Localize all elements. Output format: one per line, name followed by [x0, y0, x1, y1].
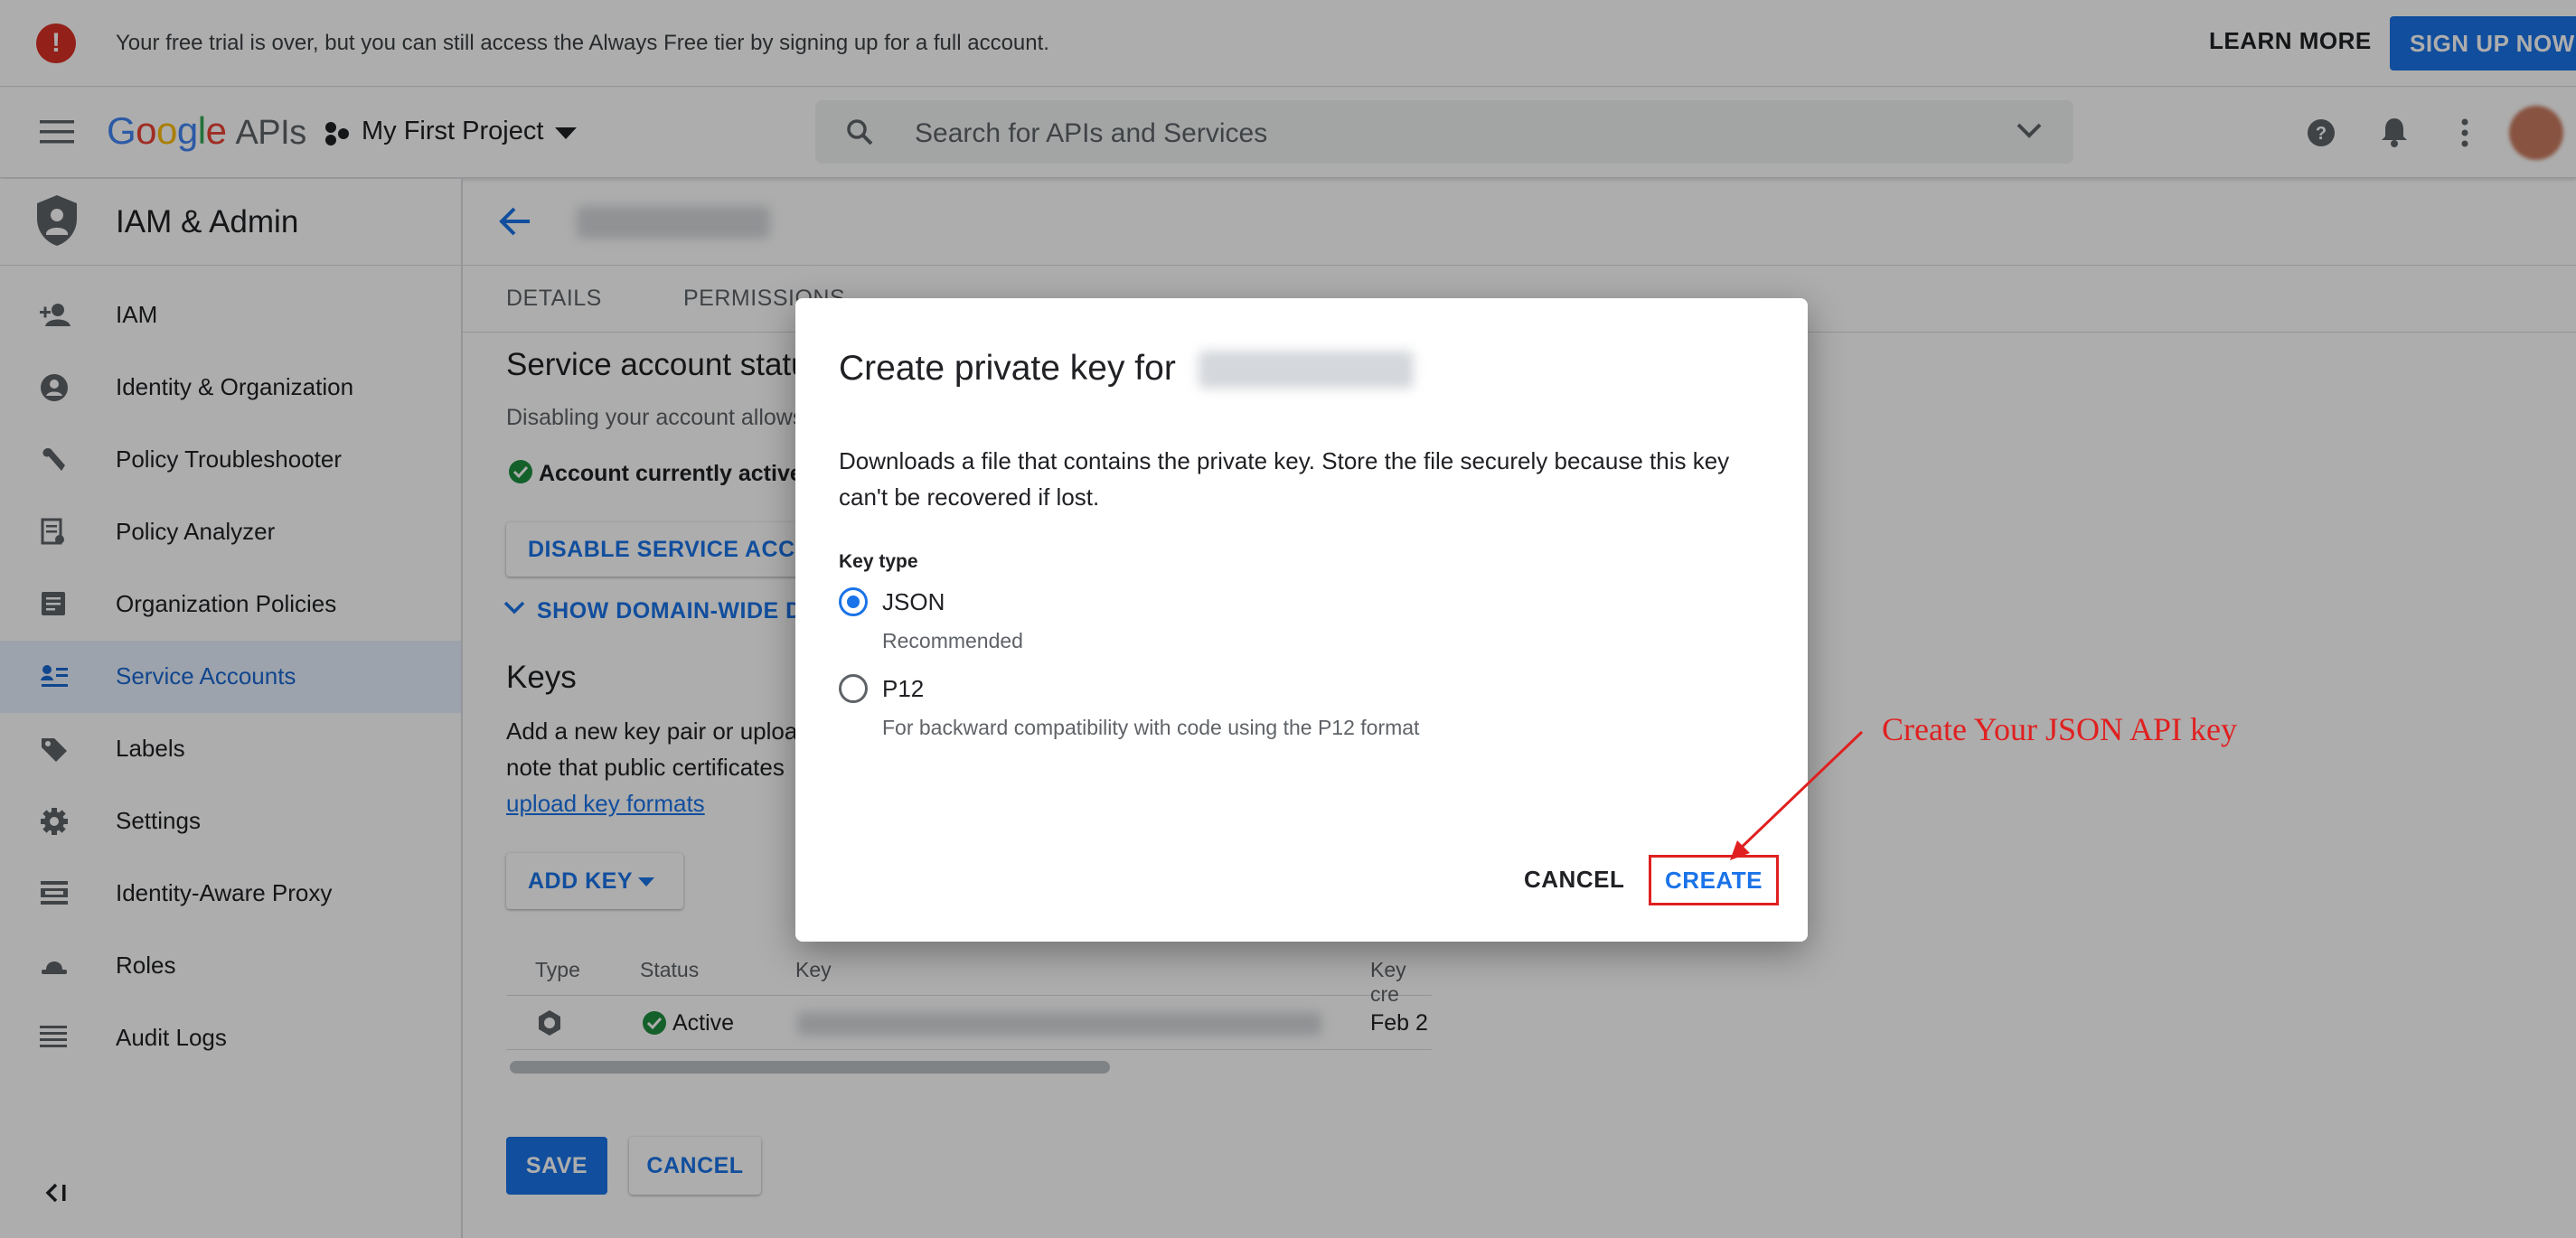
annotation-text: Create Your JSON API key [1882, 711, 2238, 747]
p12-option-label[interactable]: P12 [882, 675, 924, 703]
dialog-title: Create private key for [839, 349, 1176, 388]
account-name-redacted [1199, 351, 1414, 389]
p12-radio[interactable] [839, 674, 868, 703]
key-type-label: Key type [839, 551, 918, 572]
dialog-cancel-button[interactable]: CANCEL [1524, 866, 1624, 894]
annotation-arrow [1717, 728, 1871, 873]
p12-option-sub: For backward compatibility with code usi… [882, 716, 1420, 739]
json-option-label[interactable]: JSON [882, 588, 945, 616]
dialog-description: Downloads a file that contains the priva… [839, 447, 1730, 511]
json-option-sub: Recommended [882, 629, 1023, 652]
json-radio[interactable] [839, 587, 868, 616]
create-private-key-dialog: Create private key for Downloads a file … [795, 298, 1808, 942]
